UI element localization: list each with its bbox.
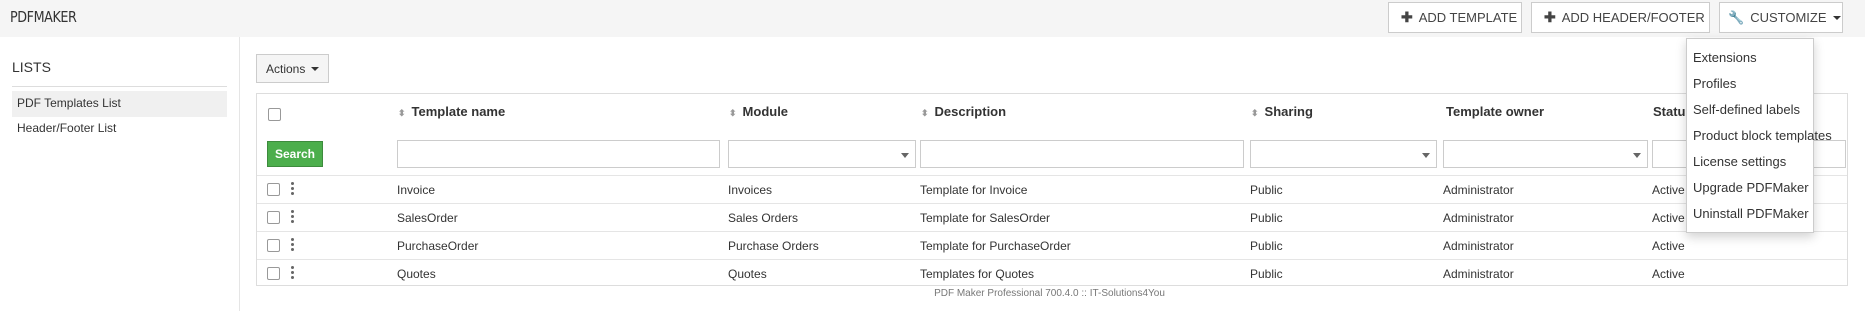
template-name-cell[interactable]: Quotes — [397, 267, 436, 281]
owner-cell: Administrator — [1443, 239, 1514, 253]
description-cell: Template for PurchaseOrder — [920, 239, 1071, 253]
sharing-cell: Public — [1250, 211, 1283, 225]
chevron-down-icon — [1832, 15, 1841, 20]
module-cell: Purchase Orders — [728, 239, 819, 253]
actions-label: Actions — [266, 61, 306, 76]
menu-item-self-defined-labels[interactable]: Self-defined labels — [1687, 98, 1813, 124]
description-cell: Template for Invoice — [920, 183, 1028, 197]
kebab-menu-icon[interactable] — [291, 182, 295, 197]
table-row[interactable]: Invoice Invoices Template for Invoice Pu… — [257, 175, 1847, 203]
customize-dropdown-menu: Extensions Profiles Self-defined labels … — [1686, 38, 1832, 233]
owner-cell: Administrator — [1443, 211, 1514, 225]
owner-cell: Administrator — [1443, 183, 1514, 197]
owner-filter-select[interactable] — [1443, 140, 1648, 168]
add-header-footer-button[interactable]: ✚ ADD HEADER/FOOTER — [1531, 2, 1710, 33]
customize-label: CUSTOMIZE — [1750, 10, 1827, 25]
row-checkbox[interactable] — [267, 239, 280, 252]
plus-icon: ✚ — [1401, 9, 1413, 25]
add-template-button[interactable]: ✚ ADD TEMPLATE — [1388, 2, 1522, 33]
menu-item-upgrade-pdfmaker[interactable]: Upgrade PDFMaker — [1687, 176, 1813, 202]
status-cell: Active — [1652, 267, 1685, 281]
sidebar: LISTS PDF Templates List Header/Footer L… — [0, 37, 240, 311]
divider — [12, 86, 227, 87]
column-header-template-owner[interactable]: Template owner — [1446, 104, 1544, 119]
column-header-label: Module — [742, 104, 789, 119]
menu-item-uninstall-pdfmaker[interactable]: Uninstall PDFMaker — [1687, 202, 1813, 228]
template-name-cell[interactable]: PurchaseOrder — [397, 239, 478, 253]
module-filter-select[interactable] — [728, 140, 916, 168]
customize-button[interactable]: 🔧 CUSTOMIZE — [1719, 2, 1843, 33]
sharing-cell: Public — [1250, 239, 1283, 253]
table-row[interactable]: Quotes Quotes Templates for Quotes Publi… — [257, 259, 1847, 287]
status-cell: Active — [1652, 183, 1685, 197]
add-template-label: ADD TEMPLATE — [1418, 10, 1518, 25]
row-checkbox[interactable] — [267, 183, 280, 196]
menu-item-product-block-templates[interactable]: Product block templates — [1687, 124, 1832, 150]
description-cell: Template for SalesOrder — [920, 211, 1051, 225]
status-cell: Active — [1652, 239, 1685, 253]
app-title: PDFMAKER — [10, 8, 77, 26]
sharing-filter-select[interactable] — [1250, 140, 1437, 168]
table-row[interactable]: SalesOrder Sales Orders Template for Sal… — [257, 203, 1847, 231]
sidebar-item-pdf-templates[interactable]: PDF Templates List — [12, 91, 227, 117]
menu-item-extensions[interactable]: Extensions — [1687, 46, 1813, 72]
template-name-cell[interactable]: SalesOrder — [397, 211, 458, 225]
actions-dropdown-button[interactable]: Actions — [256, 54, 330, 83]
column-header-template-name[interactable]: ⬍ Template name — [398, 104, 505, 119]
sort-icon: ⬍ — [921, 108, 929, 118]
template-name-cell[interactable]: Invoice — [397, 183, 435, 197]
sidebar-item-label: Header/Footer List — [17, 121, 117, 135]
column-header-label: Template name — [411, 104, 506, 119]
kebab-menu-icon[interactable] — [291, 238, 295, 253]
module-cell: Sales Orders — [728, 211, 799, 225]
sharing-cell: Public — [1250, 183, 1283, 197]
column-header-description[interactable]: ⬍ Description — [921, 104, 1006, 119]
table-row[interactable]: PurchaseOrder Purchase Orders Template f… — [257, 231, 1847, 259]
sort-icon: ⬍ — [1251, 108, 1259, 118]
kebab-menu-icon[interactable] — [291, 266, 295, 281]
module-cell: Invoices — [728, 183, 773, 197]
description-cell: Templates for Quotes — [920, 267, 1035, 281]
search-button[interactable]: Search — [267, 141, 323, 167]
menu-item-license-settings[interactable]: License settings — [1687, 150, 1813, 176]
sort-icon: ⬍ — [398, 108, 406, 118]
column-header-label: Sharing — [1264, 104, 1313, 119]
status-cell: Active — [1652, 211, 1685, 225]
sidebar-item-label: PDF Templates List — [17, 96, 121, 110]
wrench-icon: 🔧 — [1728, 9, 1745, 25]
template-name-filter-input[interactable] — [397, 140, 720, 168]
description-filter-input[interactable] — [920, 140, 1244, 168]
top-bar: PDFMAKER ✚ ADD TEMPLATE ✚ ADD HEADER/FOO… — [0, 0, 1865, 37]
row-checkbox[interactable] — [267, 267, 280, 280]
sharing-cell: Public — [1250, 267, 1283, 281]
select-all-checkbox[interactable] — [268, 108, 281, 121]
sidebar-title: LISTS — [12, 59, 51, 75]
column-header-label: Template owner — [1446, 104, 1545, 119]
plus-icon: ✚ — [1544, 9, 1556, 25]
sidebar-item-header-footer[interactable]: Header/Footer List — [12, 116, 227, 142]
column-header-label: Description — [934, 104, 1007, 119]
kebab-menu-icon[interactable] — [291, 210, 295, 225]
templates-table: ⬍ Template name ⬍ Module ⬍ Description ⬍ Sha… — [256, 93, 1848, 286]
column-header-module[interactable]: ⬍ Module — [729, 104, 788, 119]
menu-item-profiles[interactable]: Profiles — [1687, 72, 1813, 98]
sort-icon: ⬍ — [729, 108, 737, 118]
row-checkbox[interactable] — [267, 211, 280, 224]
column-header-sharing[interactable]: ⬍ Sharing — [1251, 104, 1313, 119]
add-header-footer-label: ADD HEADER/FOOTER — [1561, 10, 1705, 25]
owner-cell: Administrator — [1443, 267, 1514, 281]
chevron-down-icon — [311, 66, 320, 71]
footer-version: PDF Maker Professional 700.4.0 :: IT-Sol… — [934, 288, 1165, 299]
module-cell: Quotes — [728, 267, 767, 281]
